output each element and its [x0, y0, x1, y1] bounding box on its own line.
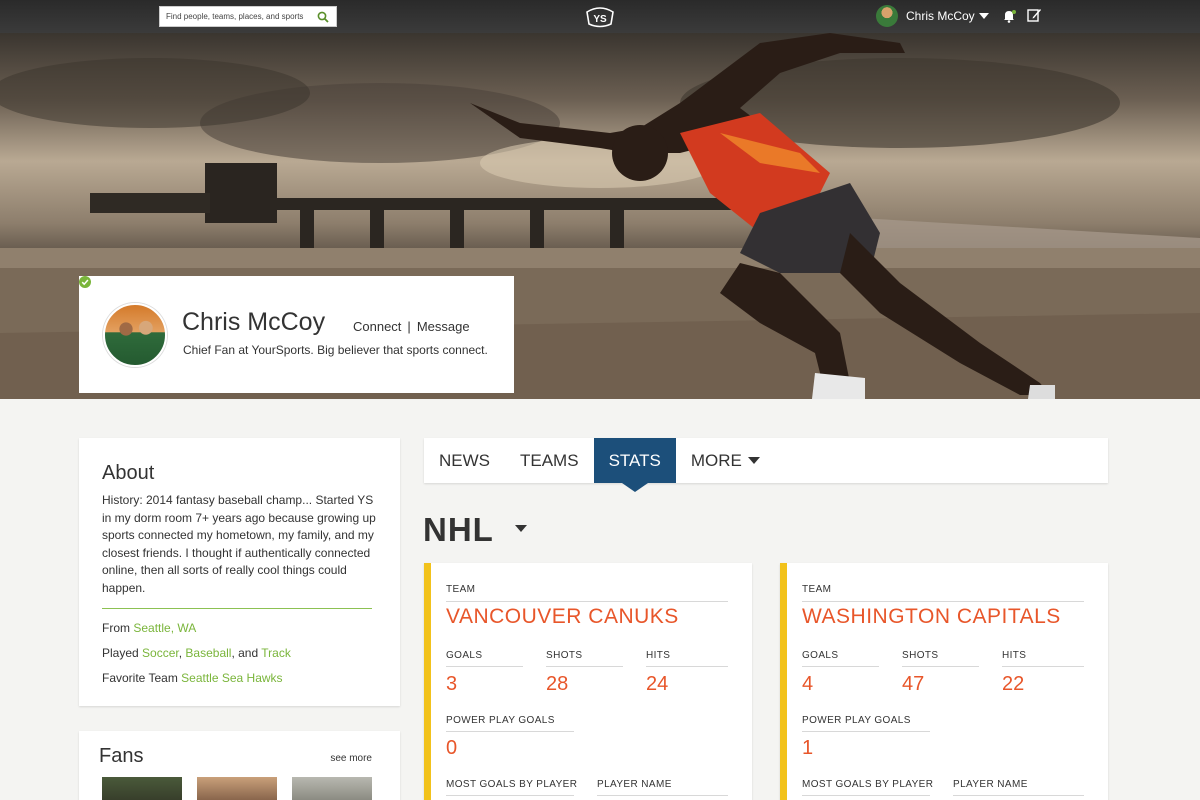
underline — [1002, 666, 1084, 667]
tab-stats[interactable]: STATS — [593, 438, 676, 492]
cover-photo: Chris McCoy Connect | Message Chief Fan at… — [0, 33, 1200, 399]
underline — [546, 666, 623, 667]
search-icon[interactable] — [317, 11, 329, 23]
team-stats-card: TEAM VANCOUVER CANUKS GOALS 3 SHOTS 28 H… — [424, 563, 752, 800]
goals-value: 4 — [802, 673, 814, 695]
shots-value: 28 — [546, 673, 569, 695]
fan-avatar[interactable] — [292, 777, 372, 800]
user-avatar — [876, 5, 898, 27]
player-name-label: PLAYER NAME — [953, 779, 1028, 790]
fans-title: Fans — [99, 745, 144, 767]
yoursports-logo-icon[interactable]: YS — [584, 6, 616, 28]
team-name[interactable]: WASHINGTON CAPITALS — [802, 605, 1061, 629]
user-name: Chris McCoy — [906, 9, 975, 23]
tab-news[interactable]: NEWS — [424, 438, 505, 483]
about-played: Played Soccer, Baseball, and Track — [102, 646, 291, 660]
verified-check-icon — [79, 276, 91, 288]
power-play-goals-label: POWER PLAY GOALS — [802, 715, 911, 726]
favorite-team-link[interactable]: Seattle Sea Hawks — [181, 671, 282, 685]
active-tab-pointer — [621, 483, 648, 492]
underline — [446, 731, 574, 732]
tab-stats-label: STATS — [608, 450, 661, 470]
profile-avatar[interactable] — [103, 303, 167, 367]
goals-label: GOALS — [802, 650, 839, 661]
underline — [446, 601, 728, 602]
from-label: From — [102, 621, 130, 635]
profile-tabs: NEWS TEAMS STATS MORE — [424, 438, 1108, 492]
about-title: About — [102, 462, 155, 484]
search-input[interactable] — [166, 12, 316, 21]
underline — [597, 795, 728, 796]
action-separator: | — [407, 319, 411, 334]
about-favorite-team: Favorite Team Seattle Sea Hawks — [102, 671, 283, 685]
see-more-link[interactable]: see more — [330, 753, 372, 764]
goals-label: GOALS — [446, 650, 483, 661]
profile-card: Chris McCoy Connect | Message Chief Fan at… — [79, 276, 514, 393]
profile-bio: Chief Fan at YourSports. Big believer th… — [183, 343, 488, 357]
played-label: Played — [102, 646, 139, 660]
most-goals-by-player-label: MOST GOALS BY PLAYER — [446, 779, 578, 790]
fans-card: Fans see more — [79, 731, 400, 800]
search-box[interactable] — [159, 6, 337, 27]
about-card: About History: 2014 fantasy baseball cha… — [79, 438, 400, 706]
power-play-goals-label: POWER PLAY GOALS — [446, 715, 555, 726]
played-separator: , — [178, 646, 183, 660]
underline — [446, 795, 574, 796]
message-link[interactable]: Message — [417, 319, 470, 334]
played-soccer-link[interactable]: Soccer — [142, 646, 179, 660]
underline — [902, 666, 979, 667]
underline — [802, 731, 930, 732]
tab-more[interactable]: MORE — [676, 438, 775, 483]
fan-avatar[interactable] — [102, 777, 182, 800]
played-baseball-link[interactable]: Baseball — [185, 646, 231, 660]
power-play-goals-value: 1 — [802, 737, 814, 759]
shots-label: SHOTS — [902, 650, 939, 661]
tab-more-label: MORE — [690, 450, 742, 470]
user-menu[interactable]: Chris McCoy — [876, 5, 989, 27]
underline — [446, 666, 523, 667]
underline — [802, 666, 879, 667]
league-selector[interactable]: NHL — [423, 511, 494, 549]
player-name-label: PLAYER NAME — [597, 779, 672, 790]
chevron-down-icon[interactable] — [515, 525, 527, 532]
about-bio: History: 2014 fantasy baseball champ... … — [102, 493, 376, 595]
team-stats-card: TEAM WASHINGTON CAPITALS GOALS 4 SHOTS 4… — [780, 563, 1108, 800]
fan-avatar[interactable] — [197, 777, 277, 800]
profile-name: Chris McCoy — [182, 308, 326, 336]
logo-text: YS — [593, 14, 607, 25]
hits-value: 24 — [646, 673, 669, 695]
notification-bell-icon[interactable] — [1001, 8, 1017, 24]
from-link[interactable]: Seattle, WA — [133, 621, 196, 635]
tab-teams[interactable]: TEAMS — [505, 438, 594, 483]
about-divider — [102, 608, 372, 609]
favorite-team-label: Favorite Team — [102, 671, 178, 685]
chevron-down-icon — [978, 13, 989, 19]
chevron-down-icon — [747, 457, 760, 464]
hits-value: 22 — [1002, 673, 1025, 695]
power-play-goals-value: 0 — [446, 737, 458, 759]
most-goals-by-player-label: MOST GOALS BY PLAYER — [802, 779, 934, 790]
hits-label: HITS — [646, 650, 671, 661]
played-track-link[interactable]: Track — [261, 646, 291, 660]
about-from: From Seattle, WA — [102, 621, 196, 635]
top-navigation-bar: YS Chris McCoy — [0, 0, 1200, 33]
underline — [802, 795, 930, 796]
team-label: TEAM — [802, 584, 832, 595]
played-and: , and — [231, 646, 259, 660]
hits-label: HITS — [1002, 650, 1027, 661]
goals-value: 3 — [446, 673, 458, 695]
underline — [953, 795, 1084, 796]
team-name[interactable]: VANCOUVER CANUKS — [446, 605, 679, 629]
shots-label: SHOTS — [546, 650, 583, 661]
team-label: TEAM — [446, 584, 476, 595]
underline — [802, 601, 1084, 602]
shots-value: 47 — [902, 673, 925, 695]
profile-actions: Connect | Message — [353, 319, 470, 334]
underline — [646, 666, 728, 667]
compose-edit-icon[interactable] — [1026, 7, 1042, 23]
connect-link[interactable]: Connect — [353, 319, 401, 334]
